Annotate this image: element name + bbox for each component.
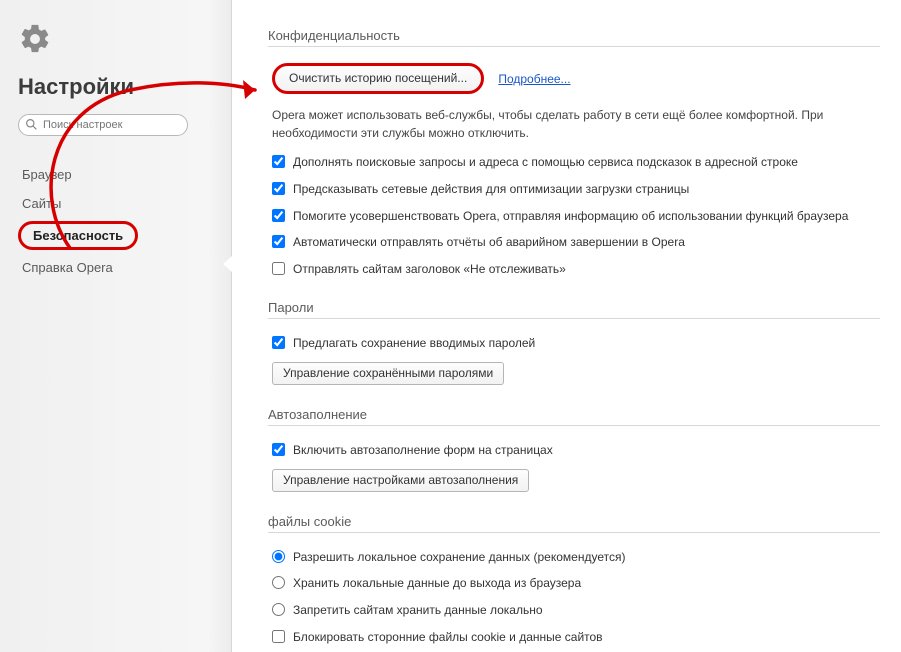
section-autofill: Автозаполнение Включить автозаполнение ф… bbox=[268, 407, 880, 492]
gear-icon bbox=[18, 22, 52, 56]
section-privacy: Конфиденциальность Очистить историю посе… bbox=[268, 28, 880, 278]
search-icon bbox=[25, 118, 38, 131]
sidebar-item-browser[interactable]: Браузер bbox=[18, 160, 213, 189]
cookies-radio-2: Запретить сайтам хранить данные локально bbox=[272, 602, 880, 619]
section-heading-passwords: Пароли bbox=[268, 300, 880, 319]
passwords-label-offer-save: Предлагать сохранение вводимых паролей bbox=[293, 335, 535, 352]
cookies-radio-0: Разрешить локальное сохранение данных (р… bbox=[272, 549, 880, 566]
manage-passwords-button[interactable]: Управление сохранёнными паролями bbox=[272, 362, 504, 385]
clear-history-button[interactable]: Очистить историю посещений... bbox=[272, 63, 484, 94]
privacy-label-crash: Автоматически отправлять отчёты об авари… bbox=[293, 234, 685, 251]
section-heading-cookies: файлы cookie bbox=[268, 514, 880, 533]
cookies-radio-allow[interactable] bbox=[272, 550, 285, 563]
privacy-checkbox-crash[interactable] bbox=[272, 235, 285, 248]
cookies-radio-session[interactable] bbox=[272, 576, 285, 589]
passwords-checkbox-offer-save[interactable] bbox=[272, 336, 285, 349]
privacy-label-predict: Предсказывать сетевые действия для оптим… bbox=[293, 181, 689, 198]
sidebar-item-security[interactable]: Безопасность bbox=[18, 221, 138, 250]
autofill-checkbox-enable[interactable] bbox=[272, 443, 285, 456]
privacy-label-improve: Помогите усовершенствовать Opera, отправ… bbox=[293, 208, 848, 225]
privacy-checkbox-predict[interactable] bbox=[272, 182, 285, 195]
privacy-checkbox-suggestions[interactable] bbox=[272, 155, 285, 168]
privacy-label-suggestions: Дополнять поисковые запросы и адреса с п… bbox=[293, 154, 798, 171]
cookies-radio-1: Хранить локальные данные до выхода из бр… bbox=[272, 575, 880, 592]
main-content: Конфиденциальность Очистить историю посе… bbox=[232, 0, 901, 652]
selection-pointer-icon bbox=[223, 256, 232, 272]
cookies-checkbox-thirdparty[interactable] bbox=[272, 630, 285, 643]
autofill-option-0: Включить автозаполнение форм на страница… bbox=[272, 442, 880, 459]
cookies-radio-block[interactable] bbox=[272, 603, 285, 616]
privacy-option-4: Отправлять сайтам заголовок «Не отслежив… bbox=[272, 261, 880, 278]
privacy-checkbox-dnt[interactable] bbox=[272, 262, 285, 275]
section-heading-autofill: Автозаполнение bbox=[268, 407, 880, 426]
passwords-option-0: Предлагать сохранение вводимых паролей bbox=[272, 335, 880, 352]
privacy-option-2: Помогите усовершенствовать Opera, отправ… bbox=[272, 208, 880, 225]
cookies-label-thirdparty: Блокировать сторонние файлы cookie и дан… bbox=[293, 629, 603, 646]
privacy-description: Opera может использовать веб-службы, что… bbox=[272, 106, 876, 142]
privacy-label-dnt: Отправлять сайтам заголовок «Не отслежив… bbox=[293, 261, 566, 278]
section-cookies: файлы cookie Разрешить локальное сохране… bbox=[268, 514, 880, 652]
section-heading-privacy: Конфиденциальность bbox=[268, 28, 880, 47]
search-wrap bbox=[18, 114, 213, 136]
sidebar-item-help[interactable]: Справка Opera bbox=[18, 253, 213, 282]
sidebar: Настройки Браузер Сайты Безопасность Спр… bbox=[0, 0, 232, 652]
privacy-checkbox-improve[interactable] bbox=[272, 209, 285, 222]
privacy-option-1: Предсказывать сетевые действия для оптим… bbox=[272, 181, 880, 198]
cookies-label-allow: Разрешить локальное сохранение данных (р… bbox=[293, 549, 625, 566]
section-passwords: Пароли Предлагать сохранение вводимых па… bbox=[268, 300, 880, 385]
privacy-option-0: Дополнять поисковые запросы и адреса с п… bbox=[272, 154, 880, 171]
page-title: Настройки bbox=[18, 74, 213, 100]
sidebar-item-sites[interactable]: Сайты bbox=[18, 189, 213, 218]
privacy-option-3: Автоматически отправлять отчёты об авари… bbox=[272, 234, 880, 251]
privacy-learn-more-link[interactable]: Подробнее... bbox=[498, 72, 570, 86]
cookies-thirdparty-row: Блокировать сторонние файлы cookie и дан… bbox=[272, 629, 880, 646]
cookies-label-block: Запретить сайтам хранить данные локально bbox=[293, 602, 543, 619]
autofill-label-enable: Включить автозаполнение форм на страница… bbox=[293, 442, 553, 459]
search-input[interactable] bbox=[18, 114, 188, 136]
manage-autofill-button[interactable]: Управление настройками автозаполнения bbox=[272, 469, 529, 492]
cookies-label-session: Хранить локальные данные до выхода из бр… bbox=[293, 575, 581, 592]
